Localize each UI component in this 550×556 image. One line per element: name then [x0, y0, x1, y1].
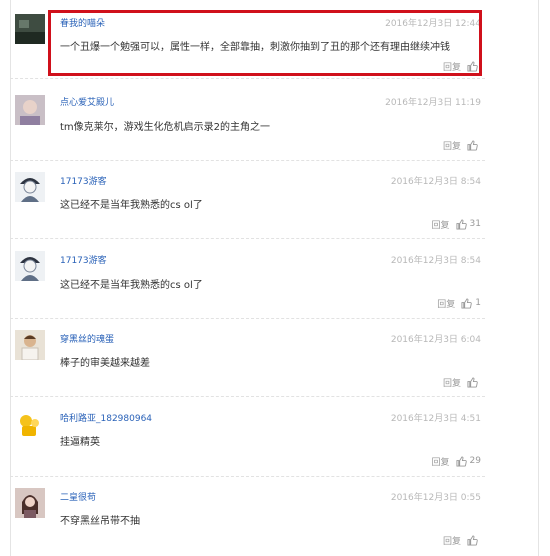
avatar[interactable] — [15, 488, 45, 518]
reply-button[interactable]: 回复 — [432, 218, 450, 231]
girl-portrait-avatar-icon — [15, 488, 45, 518]
comment-text: tm像克莱尔，游戏生化危机启示录2的主角之一 — [60, 122, 271, 133]
comment-item: 17173游客 2016年12月3日 8:54 这已经不是当年我熟悉的cs ol… — [10, 240, 485, 320]
comment-divider — [10, 238, 485, 239]
comment-username[interactable]: 17173游客 — [60, 253, 107, 266]
comment-item: 点心爱艾殿儿 2016年12月3日 11:19 tm像克莱尔，游戏生化危机启示录… — [10, 80, 485, 161]
comment-timestamp: 2016年12月3日 6:04 — [390, 335, 481, 345]
comment-timestamp: 2016年12月3日 8:54 — [390, 256, 481, 266]
avatar[interactable] — [15, 14, 45, 44]
comment-divider — [10, 78, 485, 79]
character-avatar-icon — [15, 330, 45, 360]
comment-item: 穿黑丝的魂蛋 2016年12月3日 6:04 棒子的审美越来越差 回复 — [10, 320, 485, 400]
highlight-box — [48, 10, 482, 76]
avatar[interactable] — [15, 330, 45, 360]
like-button[interactable]: 1 — [461, 297, 481, 309]
comment-timestamp: 2016年12月3日 8:54 — [390, 177, 481, 187]
comment-timestamp: 2016年12月3日 0:55 — [390, 493, 481, 503]
comment-text: 挂逼精英 — [60, 437, 100, 448]
thumbs-up-icon — [467, 139, 478, 151]
comment-timestamp: 2016年12月3日 11:19 — [385, 98, 481, 108]
thumbs-up-icon — [456, 455, 467, 467]
comment-item: 哈利路亚_182980964 2016年12月3日 4:51 挂逼精英 回复 2… — [10, 400, 485, 480]
reply-button[interactable]: 回复 — [443, 534, 461, 547]
default-guest-avatar-icon — [15, 172, 45, 202]
like-count: 1 — [475, 298, 481, 308]
comment-actions: 回复 1 — [437, 296, 481, 310]
like-button[interactable]: 31 — [456, 218, 481, 230]
comment-item: 17173游客 2016年12月3日 8:54 这已经不是当年我熟悉的cs ol… — [10, 160, 485, 240]
comment-text: 这已经不是当年我熟悉的cs ol了 — [60, 200, 203, 211]
reply-button[interactable]: 回复 — [443, 376, 461, 389]
comment-divider — [10, 396, 485, 397]
comment-divider — [10, 476, 485, 477]
scrollbar-track[interactable] — [538, 0, 539, 556]
comment-text: 这已经不是当年我熟悉的cs ol了 — [60, 280, 203, 291]
comment-actions: 回复 — [443, 138, 481, 152]
comment-username[interactable]: 17173游客 — [60, 174, 107, 187]
comment-actions: 回复 29 — [432, 454, 481, 468]
avatar[interactable] — [15, 409, 45, 439]
default-guest-avatar-icon — [15, 251, 45, 281]
portrait-avatar-icon — [15, 95, 45, 125]
comment-item: 二皇很苟 2016年12月3日 0:55 不穿黑丝吊带不抽 回复 — [10, 480, 485, 556]
avatar[interactable] — [15, 251, 45, 281]
like-count: 31 — [469, 219, 481, 229]
comment-actions: 回复 31 — [432, 217, 481, 231]
comment-text: 棒子的审美越来越差 — [60, 358, 150, 369]
thumbs-up-icon — [467, 376, 478, 388]
like-button[interactable] — [467, 139, 481, 151]
avatar[interactable] — [15, 95, 45, 125]
comment-username[interactable]: 哈利路亚_182980964 — [60, 411, 152, 424]
like-button[interactable] — [467, 376, 481, 388]
comment-actions: 回复 — [443, 533, 481, 547]
reply-button[interactable]: 回复 — [437, 297, 455, 310]
comment-username[interactable]: 点心爱艾殿儿 — [60, 95, 114, 108]
comment-username[interactable]: 穿黑丝的魂蛋 — [60, 332, 114, 345]
thumbs-up-icon — [467, 534, 478, 546]
comment-text: 不穿黑丝吊带不抽 — [60, 516, 140, 527]
like-count: 29 — [469, 456, 481, 466]
like-button[interactable]: 29 — [456, 455, 481, 467]
comment-username[interactable]: 二皇很苟 — [60, 490, 96, 503]
comment-actions: 回复 — [443, 375, 481, 389]
reply-button[interactable]: 回复 — [432, 455, 450, 468]
comment-timestamp: 2016年12月3日 4:51 — [390, 414, 481, 424]
yellow-figure-avatar-icon — [15, 409, 45, 439]
reply-button[interactable]: 回复 — [443, 139, 461, 152]
thumbs-up-icon — [461, 297, 473, 309]
avatar[interactable] — [15, 172, 45, 202]
thumbs-up-icon — [456, 218, 467, 230]
comment-divider — [10, 318, 485, 319]
like-button[interactable] — [467, 534, 481, 546]
dark-landscape-avatar-icon — [15, 14, 45, 44]
